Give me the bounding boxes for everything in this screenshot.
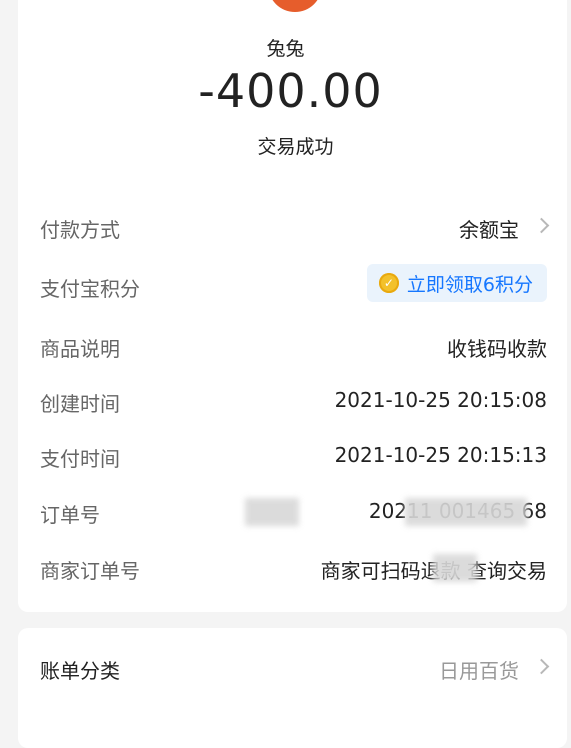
created-time-row: 创建时间 2021-10-25 20:15:08 [0, 381, 571, 421]
created-time-value: 2021-10-25 20:15:08 [334, 388, 547, 412]
paid-time-row: 支付时间 2021-10-25 20:15:13 [0, 436, 571, 476]
payment-method-label: 付款方式 [40, 218, 120, 242]
order-number-label: 订单号 [40, 503, 100, 527]
transaction-status: 交易成功 [257, 136, 334, 158]
merchant-order-row: 商家订单号 商家可扫码退款 查询交易 [0, 548, 571, 588]
description-value: 收钱码收款 [447, 337, 547, 361]
bill-category-row[interactable]: 账单分类 日用百货 [0, 648, 571, 688]
alipay-points-label: 支付宝积分 [40, 277, 140, 301]
transaction-amount: -400.00 [198, 64, 383, 118]
claim-points-label: 立即领取6积分 [406, 273, 533, 296]
bill-category-label: 账单分类 [40, 659, 120, 683]
redaction-blur [245, 498, 299, 526]
paid-time-label: 支付时间 [40, 447, 120, 471]
created-time-label: 创建时间 [40, 392, 120, 416]
redaction-blur [405, 498, 527, 526]
order-number-row: 订单号 20211 001465 68 [0, 492, 571, 532]
bill-category-value: 日用百货 [439, 659, 519, 683]
redaction-blur [433, 554, 477, 582]
alipay-points-row: 支付宝积分 ✓ 立即领取6积分 [0, 264, 571, 306]
bill-category-card [18, 628, 567, 748]
payment-method-row[interactable]: 付款方式 余额宝 [0, 207, 571, 247]
paid-time-value: 2021-10-25 20:15:13 [334, 443, 547, 467]
chevron-right-icon [533, 658, 550, 675]
payment-method-value: 余额宝 [459, 218, 519, 242]
description-label: 商品说明 [40, 337, 120, 361]
coin-icon: ✓ [378, 273, 399, 293]
merchant-order-label: 商家订单号 [40, 559, 140, 583]
claim-points-button[interactable]: ✓ 立即领取6积分 [366, 264, 547, 302]
description-row: 商品说明 收钱码收款 [0, 326, 571, 366]
chevron-right-icon [533, 217, 550, 234]
payee-name: 兔兔 [266, 38, 305, 60]
